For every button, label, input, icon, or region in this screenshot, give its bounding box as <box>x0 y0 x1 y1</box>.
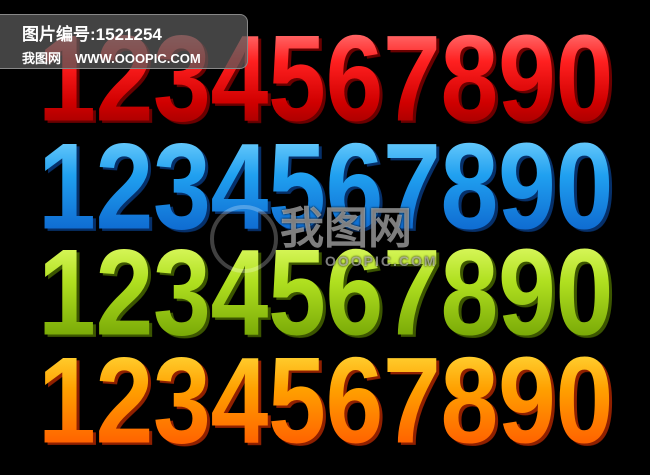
digit-1: 1 <box>38 332 96 470</box>
digit-7: 7 <box>383 332 441 470</box>
digit-row-orange: 1234567890 <box>38 340 628 463</box>
watermark-cn: 我图网 <box>280 204 412 253</box>
digit-6: 6 <box>325 332 384 470</box>
digit-3: 3 <box>153 332 211 470</box>
digit-5: 5 <box>268 332 326 470</box>
digit-9: 9 <box>498 332 556 470</box>
site-cn: 我图网 <box>22 51 62 66</box>
site-url: WWW.OOOPIC.COM <box>75 51 201 66</box>
image-id-label: 图片编号:1521254 我图网 WWW.OOOPIC.COM <box>0 14 248 69</box>
watermark-url: OOOPIC.COM <box>325 253 438 269</box>
digit-4: 4 <box>210 332 269 470</box>
digit-2: 2 <box>95 332 154 470</box>
id-prefix: 图片编号: <box>22 25 96 44</box>
digit-0: 0 <box>555 332 614 470</box>
id-value: 1521254 <box>95 25 162 44</box>
watermark: 我图网 OOOPIC.COM <box>210 204 438 270</box>
digit-8: 8 <box>440 332 499 470</box>
number-artwork: 1234567890 1234567890 1234567890 1234567… <box>0 0 650 475</box>
